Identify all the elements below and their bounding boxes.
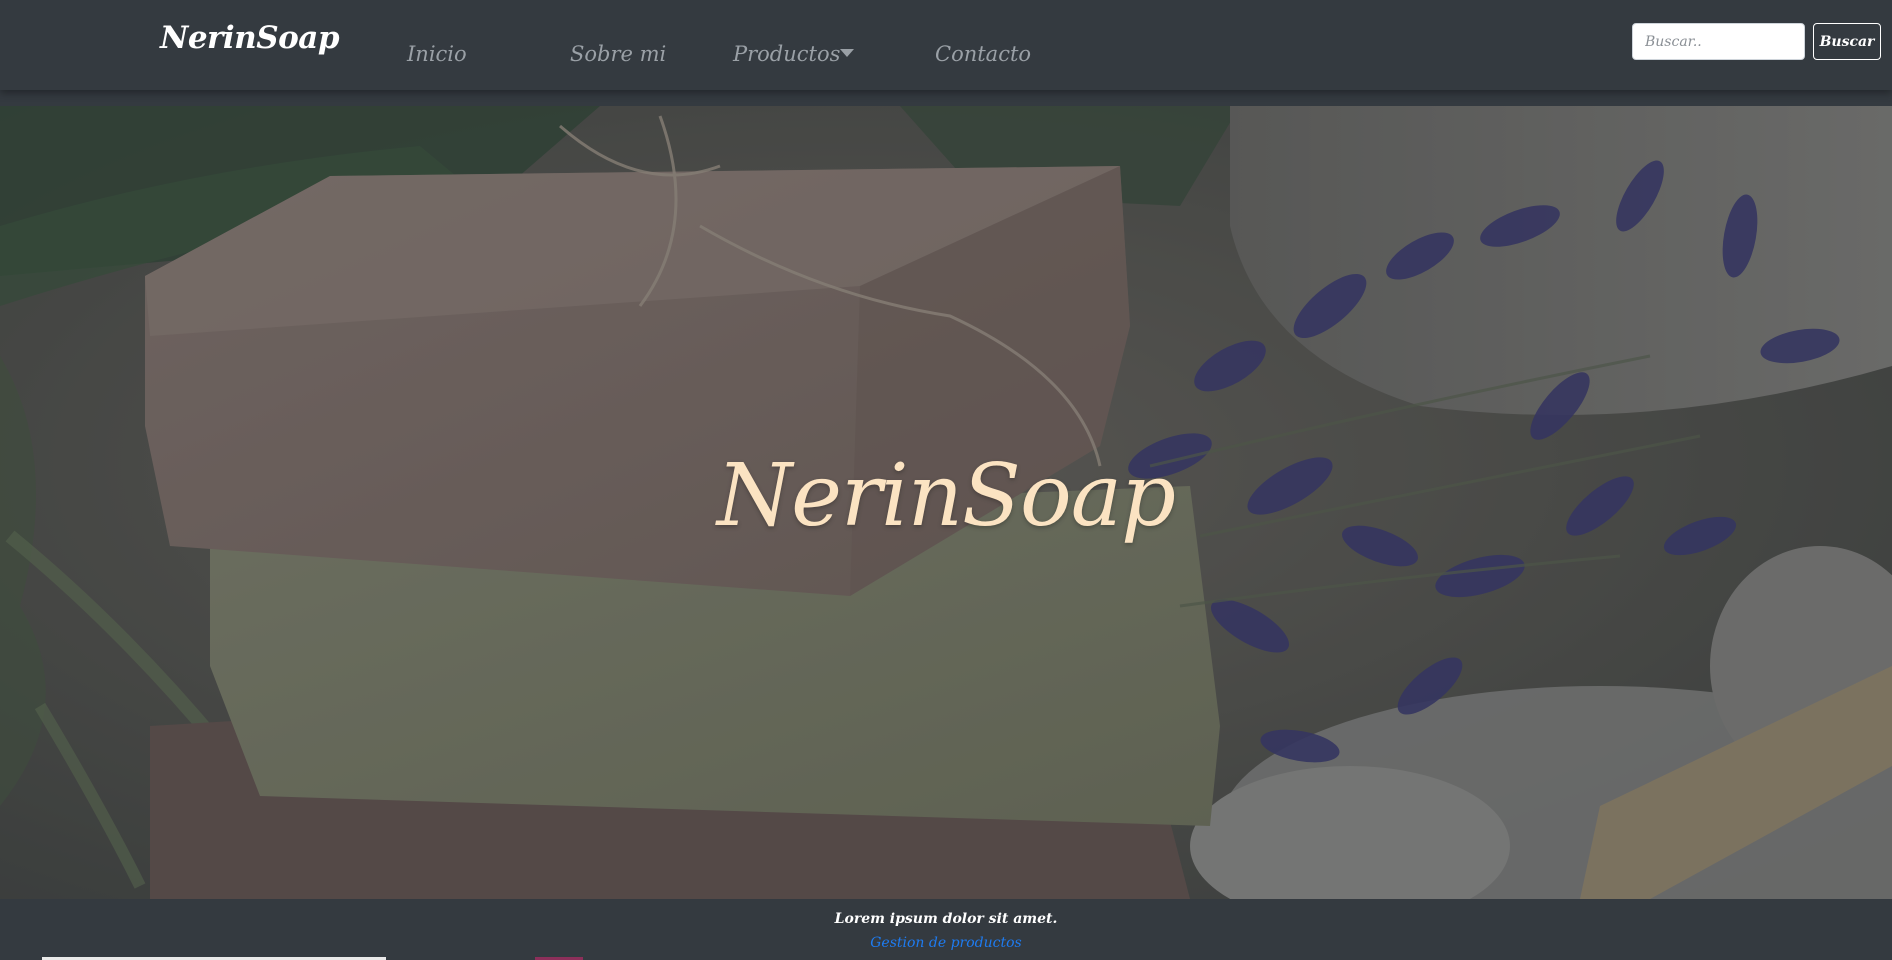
hero-title: NerinSoap: [716, 446, 1176, 546]
nav-link-sobre-mi[interactable]: Sobre mi: [570, 42, 666, 66]
nav-link-contacto[interactable]: Contacto: [935, 42, 1031, 66]
search-input[interactable]: [1632, 23, 1805, 60]
brand-logo[interactable]: NerinSoap: [160, 20, 340, 56]
navbar: NerinSoap Inicio Sobre mi Productos Cont…: [0, 0, 1892, 90]
hero-banner: NerinSoap: [0, 106, 1892, 899]
footer-text: Lorem ipsum dolor sit amet.: [834, 911, 1058, 927]
nav-link-inicio[interactable]: Inicio: [407, 42, 467, 66]
manage-products-link[interactable]: Gestion de productos: [0, 935, 1892, 951]
search-button[interactable]: Buscar: [1813, 23, 1881, 60]
footer: Lorem ipsum dolor sit amet. Gestion de p…: [0, 899, 1892, 960]
nav-link-productos[interactable]: Productos: [733, 42, 840, 66]
chevron-down-icon[interactable]: [840, 49, 854, 57]
